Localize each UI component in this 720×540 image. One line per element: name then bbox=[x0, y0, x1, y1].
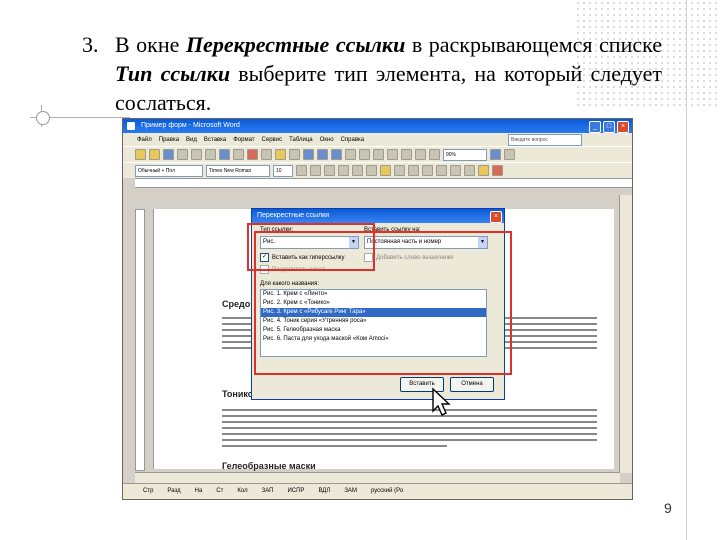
status-col: Кол bbox=[237, 488, 248, 494]
dialog-close-button[interactable]: × bbox=[490, 211, 502, 223]
mouse-cursor-icon bbox=[432, 387, 451, 416]
menu-edit[interactable]: Правка bbox=[159, 137, 179, 143]
close-icon[interactable]: × bbox=[617, 121, 629, 133]
copy-icon[interactable] bbox=[261, 149, 272, 160]
hyperlink-icon[interactable] bbox=[331, 149, 342, 160]
redo-icon[interactable] bbox=[317, 149, 328, 160]
instruction-paragraph: 3. В окне Перекрестные ссылки в раскрыва… bbox=[82, 30, 662, 117]
undo-icon[interactable] bbox=[303, 149, 314, 160]
bullets-icon[interactable] bbox=[422, 165, 433, 176]
doc-body-lines bbox=[222, 405, 597, 451]
columns-icon[interactable] bbox=[387, 149, 398, 160]
increase-indent-icon[interactable] bbox=[450, 165, 461, 176]
help-search-input[interactable]: Введите вопрос bbox=[508, 134, 582, 146]
doc-heading-1: Средо bbox=[222, 299, 251, 309]
paste-icon[interactable] bbox=[275, 149, 286, 160]
menu-tools[interactable]: Сервис bbox=[262, 137, 283, 143]
menu-bar: Файл Правка Вид Вставка Формат Сервис Та… bbox=[123, 133, 632, 146]
open-icon[interactable] bbox=[149, 149, 160, 160]
vertical-scrollbar[interactable] bbox=[619, 195, 632, 473]
status-page: Стр bbox=[143, 488, 154, 494]
decorative-vertical-line bbox=[686, 0, 687, 540]
word-app-icon bbox=[127, 122, 135, 130]
menu-format[interactable]: Формат bbox=[233, 137, 254, 143]
word-screenshot: Пример форм - Microsoft Word _ □ × Файл … bbox=[122, 118, 633, 500]
tables-icon[interactable] bbox=[345, 149, 356, 160]
research-icon[interactable] bbox=[233, 149, 244, 160]
status-line: Ст bbox=[216, 488, 224, 494]
window-title: Пример форм - Microsoft Word bbox=[141, 122, 240, 129]
formatting-toolbar: Обычный + Пол Times New Roman 10 bbox=[123, 162, 632, 178]
status-trk: ИСПР bbox=[287, 488, 305, 494]
italic-icon[interactable] bbox=[310, 165, 321, 176]
menu-file[interactable]: Файл bbox=[137, 137, 152, 143]
status-section: Разд bbox=[167, 488, 181, 494]
dialog-titlebar: Перекрестные ссылки × bbox=[252, 209, 504, 223]
menu-view[interactable]: Вид bbox=[186, 137, 197, 143]
line-spacing-icon[interactable] bbox=[394, 165, 405, 176]
minimize-icon[interactable]: _ bbox=[589, 121, 601, 133]
vertical-ruler bbox=[135, 209, 145, 471]
numbering-icon[interactable] bbox=[408, 165, 419, 176]
border-icon[interactable] bbox=[464, 165, 475, 176]
standard-toolbar: 90% bbox=[123, 146, 632, 162]
doc-heading-2: Тонико bbox=[222, 389, 254, 399]
spelling-icon[interactable] bbox=[219, 149, 230, 160]
font-size-combo[interactable]: 10 bbox=[273, 164, 293, 177]
text-intro: В окне bbox=[115, 32, 180, 57]
status-at: На bbox=[194, 488, 203, 494]
align-center-icon[interactable] bbox=[352, 165, 363, 176]
maximize-icon[interactable]: □ bbox=[603, 121, 615, 133]
menu-table[interactable]: Таблица bbox=[289, 137, 313, 143]
align-left-icon[interactable] bbox=[338, 165, 349, 176]
save-icon[interactable] bbox=[163, 149, 174, 160]
menu-insert[interactable]: Вставка bbox=[204, 137, 226, 143]
menu-help[interactable]: Справка bbox=[341, 137, 365, 143]
font-combo[interactable]: Times New Roman bbox=[206, 164, 270, 177]
status-bar: Стр Разд На Ст Кол ЗАП ИСПР ВДЛ ЗАМ русс… bbox=[123, 483, 632, 499]
status-rec: ЗАП bbox=[261, 488, 274, 494]
horizontal-scrollbar[interactable] bbox=[135, 472, 620, 483]
dialog-name-emphasis: Перекрестные ссылки bbox=[185, 32, 406, 57]
window-titlebar: Пример форм - Microsoft Word _ □ × bbox=[123, 119, 632, 133]
horizontal-ruler bbox=[135, 178, 632, 188]
zoom-combo[interactable]: 90% bbox=[443, 148, 487, 161]
instruction-text: В окне Перекрестные ссылки в раскрывающе… bbox=[115, 30, 662, 117]
underline-icon[interactable] bbox=[324, 165, 335, 176]
print-icon[interactable] bbox=[191, 149, 202, 160]
menu-window[interactable]: Окно bbox=[320, 137, 334, 143]
format-painter-icon[interactable] bbox=[289, 149, 300, 160]
style-combo[interactable]: Обычный + Пол bbox=[135, 164, 203, 177]
doc-map-icon[interactable] bbox=[415, 149, 426, 160]
decrease-indent-icon[interactable] bbox=[436, 165, 447, 176]
text-mid: в раскрывающемся списке bbox=[411, 32, 663, 57]
highlight-icon[interactable] bbox=[478, 165, 489, 176]
highlight-dialog-frame bbox=[254, 231, 512, 375]
cut-icon[interactable] bbox=[247, 149, 258, 160]
field-name-emphasis: Тип ссылки bbox=[115, 61, 231, 86]
new-doc-icon[interactable] bbox=[135, 149, 146, 160]
justify-icon[interactable] bbox=[380, 165, 391, 176]
bold-icon[interactable] bbox=[296, 165, 307, 176]
status-language: русский (Ро bbox=[370, 488, 404, 494]
doc-heading-3: Гелеобразные маски bbox=[222, 461, 316, 471]
help-icon[interactable] bbox=[490, 149, 501, 160]
permission-icon[interactable] bbox=[177, 149, 188, 160]
dialog-title: Перекрестные ссылки bbox=[257, 212, 330, 219]
cancel-button[interactable]: Отмена bbox=[450, 377, 494, 392]
status-ext: ВДЛ bbox=[318, 488, 331, 494]
drawing-icon[interactable] bbox=[401, 149, 412, 160]
preview-icon[interactable] bbox=[205, 149, 216, 160]
font-color-icon[interactable] bbox=[492, 165, 503, 176]
show-hide-icon[interactable] bbox=[429, 149, 440, 160]
item-number: 3. bbox=[82, 32, 99, 57]
status-ovr: ЗАМ bbox=[344, 488, 357, 494]
insert-table-icon[interactable] bbox=[359, 149, 370, 160]
excel-icon[interactable] bbox=[373, 149, 384, 160]
page-number: 9 bbox=[664, 500, 672, 516]
read-icon[interactable] bbox=[504, 149, 515, 160]
decorative-circle bbox=[36, 111, 50, 125]
align-right-icon[interactable] bbox=[366, 165, 377, 176]
